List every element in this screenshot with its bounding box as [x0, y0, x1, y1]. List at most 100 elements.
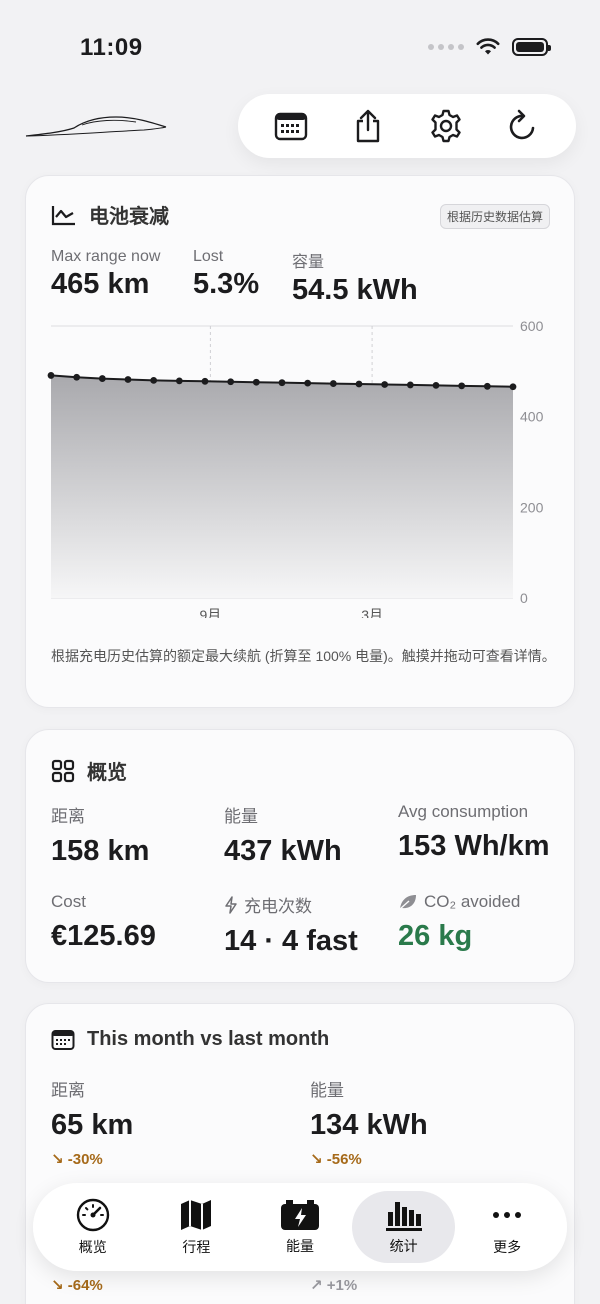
- grid-icon: [51, 759, 75, 782]
- range-point: [432, 381, 440, 389]
- range-point: [509, 383, 517, 391]
- range-point: [381, 381, 389, 388]
- settings-button[interactable]: [421, 101, 471, 151]
- refresh-icon: [510, 109, 535, 140]
- range-point: [329, 380, 337, 387]
- tab-trips[interactable]: 行程: [145, 1191, 249, 1263]
- capacity-value: 54.5 kWh: [292, 274, 418, 306]
- overview-card-header: 概览: [51, 756, 127, 785]
- capacity-label: 容量: [292, 254, 325, 271]
- y-tick-label: 600: [520, 318, 544, 334]
- cost-value: €125.69: [51, 920, 156, 952]
- refresh-button[interactable]: [498, 101, 548, 151]
- month-distance-value: 65 km: [51, 1109, 134, 1141]
- co2-value: 26 kg: [398, 920, 473, 952]
- trend-chart-icon: [51, 205, 75, 225]
- y-tick-label: 400: [520, 409, 544, 425]
- battery-degradation-card: 电池衰减 根据历史数据估算 Max range now 465 km Lost …: [25, 175, 575, 708]
- battery-card-header: 电池衰减: [51, 200, 169, 229]
- range-point: [201, 377, 209, 385]
- ellipsis-icon: [493, 1212, 522, 1218]
- x-tick-label: 9月: [199, 607, 221, 618]
- range-point: [252, 378, 260, 386]
- range-point: [73, 373, 81, 381]
- co2-label-row: CO₂ avoided: [398, 892, 520, 912]
- lost-label: Lost: [193, 248, 224, 265]
- tab-overview-label: 概览: [78, 1239, 107, 1255]
- range-point: [458, 382, 466, 390]
- calendar-button[interactable]: [266, 101, 316, 151]
- range-area: [51, 375, 513, 598]
- range-point: [98, 375, 106, 382]
- month-distance-metric: 距离 65 km ↘ -30%: [51, 1076, 133, 1168]
- month-energy-label: 能量: [310, 1081, 344, 1100]
- month-row2-right: ↗ +1%: [310, 1268, 357, 1294]
- max-range-metric: Max range now 465 km: [51, 248, 160, 301]
- tab-stats-label: 统计: [389, 1238, 418, 1254]
- status-time: 11:09: [80, 34, 143, 61]
- tab-energy[interactable]: 能量: [248, 1191, 352, 1263]
- car-logo-icon: [25, 116, 167, 137]
- month-row2-right-trend: ↗ +1%: [310, 1277, 358, 1294]
- top-toolbar: [238, 94, 576, 158]
- battery-bolt-icon: [280, 1200, 319, 1230]
- status-bar: 11:09: [0, 0, 600, 90]
- month-distance-trend: ↘ -30%: [51, 1151, 103, 1168]
- distance-value: 158 km: [51, 835, 150, 867]
- speedometer-icon: [76, 1198, 109, 1232]
- month-row2-left-trend: ↘ -64%: [51, 1277, 103, 1294]
- tab-more[interactable]: 更多: [455, 1191, 559, 1263]
- tab-overview[interactable]: 概览: [41, 1191, 145, 1263]
- tab-trips-label: 行程: [182, 1239, 211, 1255]
- cellular-signal-icon: [428, 44, 464, 50]
- overview-card-title: 概览: [87, 762, 127, 784]
- battery-card-title: 电池衰减: [89, 206, 169, 228]
- range-point: [304, 379, 312, 387]
- overview-card: 概览 距离 158 km 能量 437 kWh Avg consumption …: [25, 729, 575, 983]
- range-point: [227, 378, 235, 386]
- month-row2-left: ↘ -64%: [51, 1268, 103, 1294]
- range-point: [47, 372, 55, 379]
- bolt-icon: [225, 895, 237, 914]
- distance-metric: 距离 158 km: [51, 802, 149, 868]
- range-point: [483, 382, 491, 390]
- share-button[interactable]: [343, 101, 393, 151]
- y-tick-label: 200: [520, 499, 544, 515]
- month-energy-value: 134 kWh: [310, 1109, 428, 1141]
- range-point: [406, 381, 414, 389]
- distance-label: 距离: [51, 807, 85, 826]
- calendar-icon: [51, 1029, 75, 1050]
- tab-more-label: 更多: [493, 1239, 522, 1255]
- x-tick-label: 3月: [361, 607, 383, 618]
- avg-consumption-value: 153 Wh/km: [398, 830, 550, 862]
- lost-metric: Lost 5.3%: [193, 248, 259, 301]
- tab-bar: 概览 行程 能量 统计 更多: [33, 1183, 567, 1271]
- battery-icon: [512, 38, 551, 56]
- range-point: [150, 377, 158, 384]
- estimate-badge: 根据历史数据估算: [439, 204, 550, 229]
- tab-stats[interactable]: 统计: [351, 1191, 456, 1263]
- co2-metric: CO₂ avoided 26 kg: [398, 892, 520, 953]
- share-icon: [357, 109, 380, 143]
- map-icon: [181, 1200, 212, 1230]
- avg-consumption-label: Avg consumption: [398, 802, 529, 821]
- cost-label: Cost: [51, 892, 86, 911]
- energy-metric: 能量 437 kWh: [224, 802, 342, 868]
- max-range-label: Max range now: [51, 248, 161, 265]
- capacity-metric: 容量 54.5 kWh: [292, 248, 418, 307]
- tab-energy-label: 能量: [285, 1238, 314, 1254]
- calendar-icon: [274, 112, 307, 141]
- range-point: [355, 380, 363, 388]
- charges-label: 充电次数: [244, 897, 312, 916]
- energy-label: 能量: [224, 807, 258, 826]
- leaf-icon: [399, 895, 416, 910]
- y-tick-label: 0: [520, 590, 528, 606]
- avg-consumption-metric: Avg consumption 153 Wh/km: [398, 802, 550, 863]
- energy-value: 437 kWh: [224, 835, 342, 867]
- degradation-chart[interactable]: 600 400 200 0 9月 3月: [26, 318, 576, 618]
- range-point: [124, 376, 132, 383]
- wifi-icon: [476, 38, 500, 55]
- lost-value: 5.3%: [193, 268, 260, 300]
- charges-label-row: 充电次数: [224, 892, 358, 917]
- month-card-header: This month vs last month: [51, 1028, 329, 1051]
